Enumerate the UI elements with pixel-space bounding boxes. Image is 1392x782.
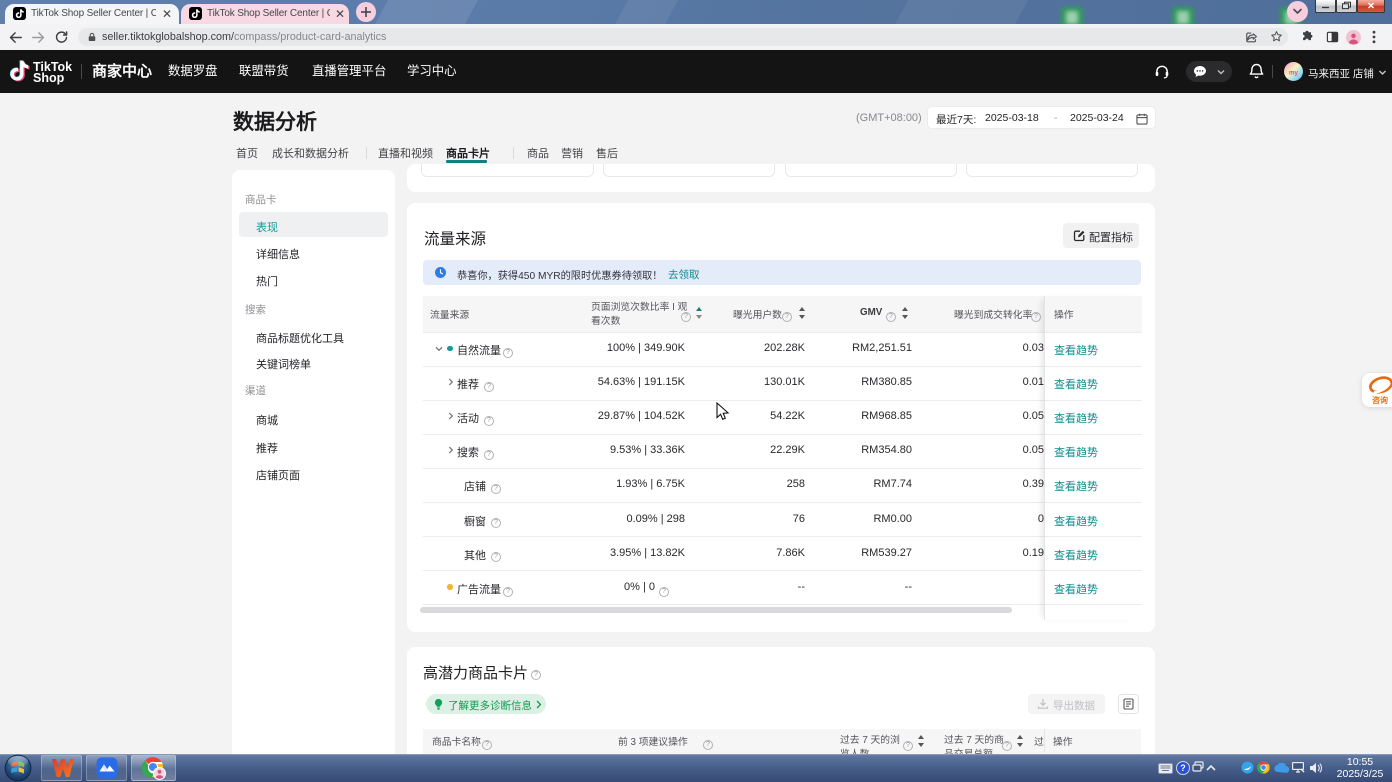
svg-text:?: ? [1180,763,1186,773]
